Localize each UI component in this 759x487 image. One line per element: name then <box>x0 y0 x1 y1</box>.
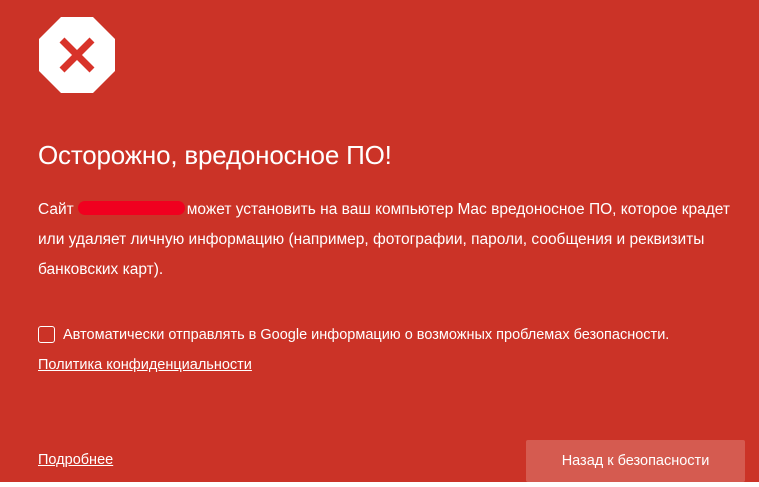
warning-octagon-x-icon <box>39 17 115 93</box>
report-checkbox[interactable] <box>38 326 55 343</box>
report-checkbox-label[interactable]: Автоматически отправлять в Google информ… <box>63 327 669 343</box>
malware-warning-page: Осторожно, вредоносное ПО! Сайт может уст… <box>0 0 759 482</box>
message-prefix: Сайт <box>38 201 74 218</box>
page-title: Осторожно, вредоносное ПО! <box>38 140 392 170</box>
redacted-site-name <box>77 201 185 215</box>
back-to-safety-button[interactable]: Назад к безопасности <box>526 440 745 482</box>
privacy-policy-link[interactable]: Политика конфиденциальности <box>38 357 252 373</box>
warning-message: Сайт может установить на ваш компьютер Ma… <box>38 195 743 285</box>
details-link[interactable]: Подробнее <box>38 452 113 468</box>
report-checkbox-row[interactable]: Автоматически отправлять в Google информ… <box>38 326 669 343</box>
